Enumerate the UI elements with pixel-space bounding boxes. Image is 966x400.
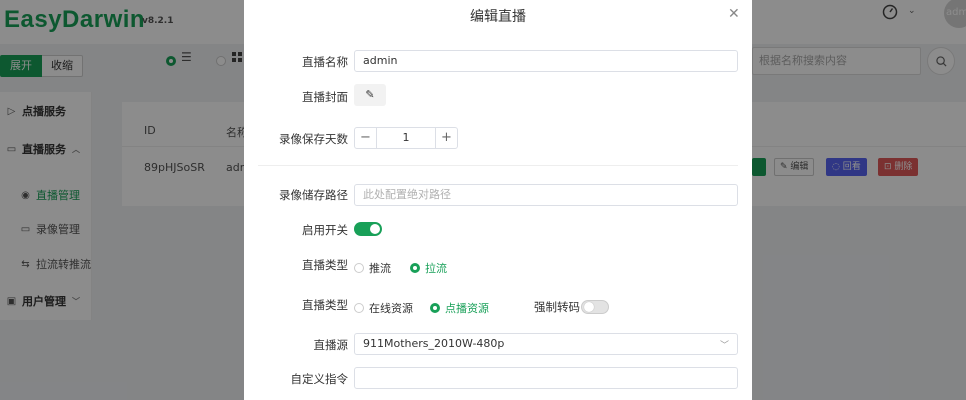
radio-online-label: 在线资源 — [369, 302, 413, 315]
radio-pull-label: 拉流 — [425, 262, 447, 275]
section-divider — [258, 165, 738, 166]
edit-live-dialog: 编辑直播 ✕ 直播名称 admin 直播封面 ✎ 录像保存天数 − 1 + 录像… — [244, 0, 752, 400]
cover-label: 直播封面 — [302, 90, 348, 104]
custom-cmd-field[interactable] — [354, 367, 738, 389]
cover-edit-button[interactable]: ✎ — [354, 84, 386, 106]
radio-push-label: 推流 — [369, 262, 391, 275]
retain-days-label: 录像保存天数 — [279, 132, 348, 146]
transcode-switch[interactable] — [581, 300, 609, 314]
radio-online[interactable]: 在线资源 — [354, 300, 413, 316]
increment-button[interactable]: + — [435, 128, 457, 148]
transcode-label: 强制转码 — [534, 300, 580, 314]
source-type-label: 直播类型 — [302, 298, 348, 312]
radio-push[interactable]: 推流 — [354, 260, 391, 276]
radio-vod[interactable]: 点播资源 — [430, 300, 489, 316]
enable-switch[interactable] — [354, 222, 382, 236]
name-label: 直播名称 — [302, 55, 348, 69]
close-icon[interactable]: ✕ — [728, 6, 740, 22]
edit-square-icon: ✎ — [365, 88, 375, 101]
retain-days-stepper: − 1 + — [354, 127, 458, 149]
live-type-label: 直播类型 — [302, 258, 348, 272]
storage-path-field[interactable]: 此处配置绝对路径 — [354, 184, 738, 206]
decrement-button[interactable]: − — [355, 128, 377, 148]
name-field[interactable]: admin — [354, 50, 738, 72]
source-label: 直播源 — [313, 338, 349, 352]
dialog-title: 编辑直播 — [470, 9, 526, 25]
chevron-down-icon[interactable]: ﹀ — [720, 338, 729, 351]
radio-pull[interactable]: 拉流 — [410, 260, 447, 276]
radio-vod-label: 点播资源 — [445, 302, 489, 315]
custom-cmd-label: 自定义指令 — [290, 372, 349, 386]
storage-path-label: 录像储存路径 — [279, 188, 348, 202]
source-select[interactable]: 911Mothers_2010W-480p — [354, 333, 738, 355]
retain-days-value[interactable]: 1 — [377, 128, 435, 148]
enable-label: 启用开关 — [302, 223, 348, 237]
